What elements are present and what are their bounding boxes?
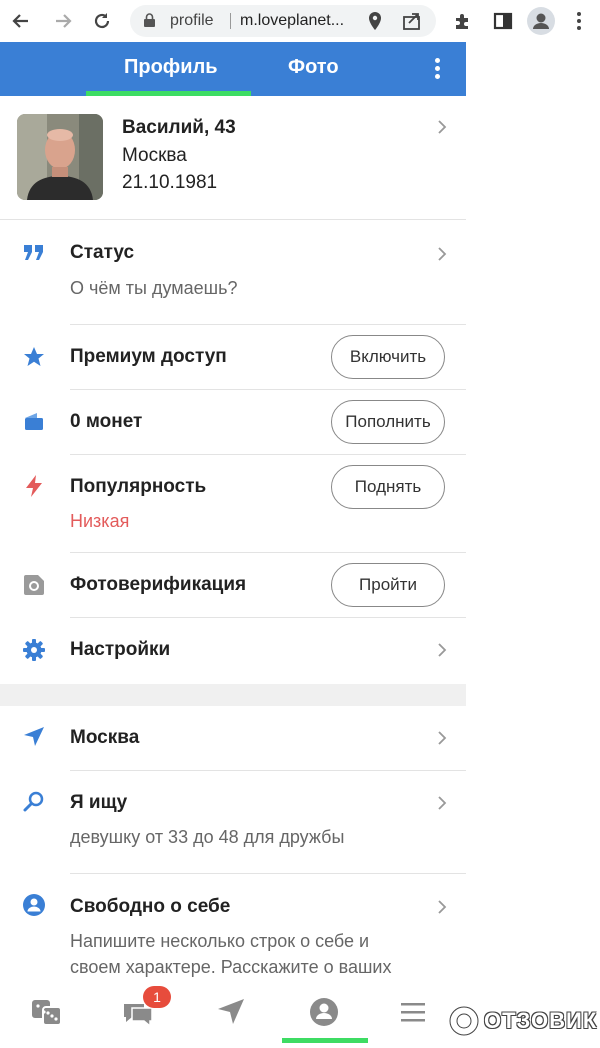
about-sub-line1: Напишите несколько строк о себе и — [70, 931, 370, 951]
star-icon — [24, 347, 44, 366]
reload-icon[interactable] — [89, 8, 115, 34]
boost-button[interactable]: Поднять — [331, 465, 445, 509]
share-icon[interactable] — [402, 12, 422, 30]
status-sub: О чём ты думаешь? — [70, 278, 238, 298]
tab-profile[interactable]: Профиль — [124, 56, 218, 79]
gear-icon — [23, 639, 45, 661]
location-label[interactable]: Москва — [70, 727, 139, 749]
menu-icon[interactable] — [395, 994, 431, 1030]
coins-label: 0 монет — [70, 411, 143, 432]
seeking-sub: девушку от 33 до 48 для дружбы — [70, 827, 345, 847]
dice-icon[interactable] — [28, 994, 64, 1030]
premium-label: Премиум доступ — [70, 346, 227, 367]
watermark-logo-icon — [448, 1005, 480, 1037]
popularity-label: Популярность — [70, 476, 207, 497]
tab-photo[interactable]: Фото — [288, 56, 339, 79]
section-gap — [0, 684, 466, 706]
lightning-icon — [26, 475, 42, 497]
navigation-arrow-icon — [24, 727, 44, 746]
quote-icon — [24, 245, 43, 260]
about-label[interactable]: Свободно о себе — [70, 896, 230, 918]
wallet-icon — [25, 413, 43, 430]
profile-birthdate: 21.10.1981 — [122, 172, 218, 193]
back-arrow-icon[interactable] — [8, 8, 34, 34]
browser-profile-avatar[interactable] — [527, 7, 555, 35]
lock-icon — [144, 13, 155, 27]
verification-label: Фотоверификация — [70, 574, 247, 595]
profile-name: Василий, 43 — [122, 117, 236, 138]
more-options-icon[interactable] — [430, 56, 444, 82]
seeking-label[interactable]: Я ищу — [70, 792, 127, 814]
watermark-text: ОТЗОВИК — [484, 1008, 598, 1033]
profile-icon[interactable] — [306, 994, 342, 1030]
chevron-right-icon[interactable] — [437, 246, 447, 262]
forward-arrow-icon[interactable] — [50, 8, 76, 34]
send-arrow-icon[interactable] — [213, 994, 249, 1030]
active-nav-indicator — [282, 1038, 368, 1043]
about-sub-line2: своем характере. Расскажите о ваших — [70, 957, 392, 977]
search-icon — [23, 791, 44, 812]
chevron-right-icon[interactable] — [437, 795, 447, 811]
user-circle-icon — [23, 894, 45, 916]
app-header: Профиль Фото — [0, 42, 466, 96]
popularity-level: Низкая — [70, 511, 130, 531]
chevron-right-icon[interactable] — [437, 899, 447, 915]
profile-city: Москва — [122, 145, 187, 166]
enable-premium-button[interactable]: Включить — [331, 335, 445, 379]
browser-menu-icon[interactable] — [566, 8, 592, 34]
chevron-right-icon[interactable] — [437, 119, 447, 135]
watermark: ОТЗОВИК — [448, 1003, 597, 1039]
chevron-right-icon[interactable] — [437, 642, 447, 658]
location-pin-icon[interactable] — [368, 12, 382, 30]
url-text: m.loveplanet... — [240, 12, 345, 29]
sidebar-icon[interactable] — [490, 8, 516, 34]
camera-verification-icon — [24, 575, 44, 595]
settings-label[interactable]: Настройки — [70, 639, 170, 661]
status-label[interactable]: Статус — [70, 242, 134, 264]
profile-photo[interactable] — [17, 114, 103, 200]
top-up-button[interactable]: Пополнить — [331, 400, 445, 444]
unread-badge: 1 — [143, 986, 171, 1008]
browser-toolbar: profile m.loveplanet... — [0, 0, 600, 42]
active-tab-indicator — [86, 91, 251, 96]
address-bar[interactable]: profile m.loveplanet... — [130, 5, 436, 37]
verify-button[interactable]: Пройти — [331, 563, 445, 607]
tab-text: profile — [170, 12, 214, 29]
extensions-icon[interactable] — [450, 8, 476, 34]
chevron-right-icon[interactable] — [437, 730, 447, 746]
